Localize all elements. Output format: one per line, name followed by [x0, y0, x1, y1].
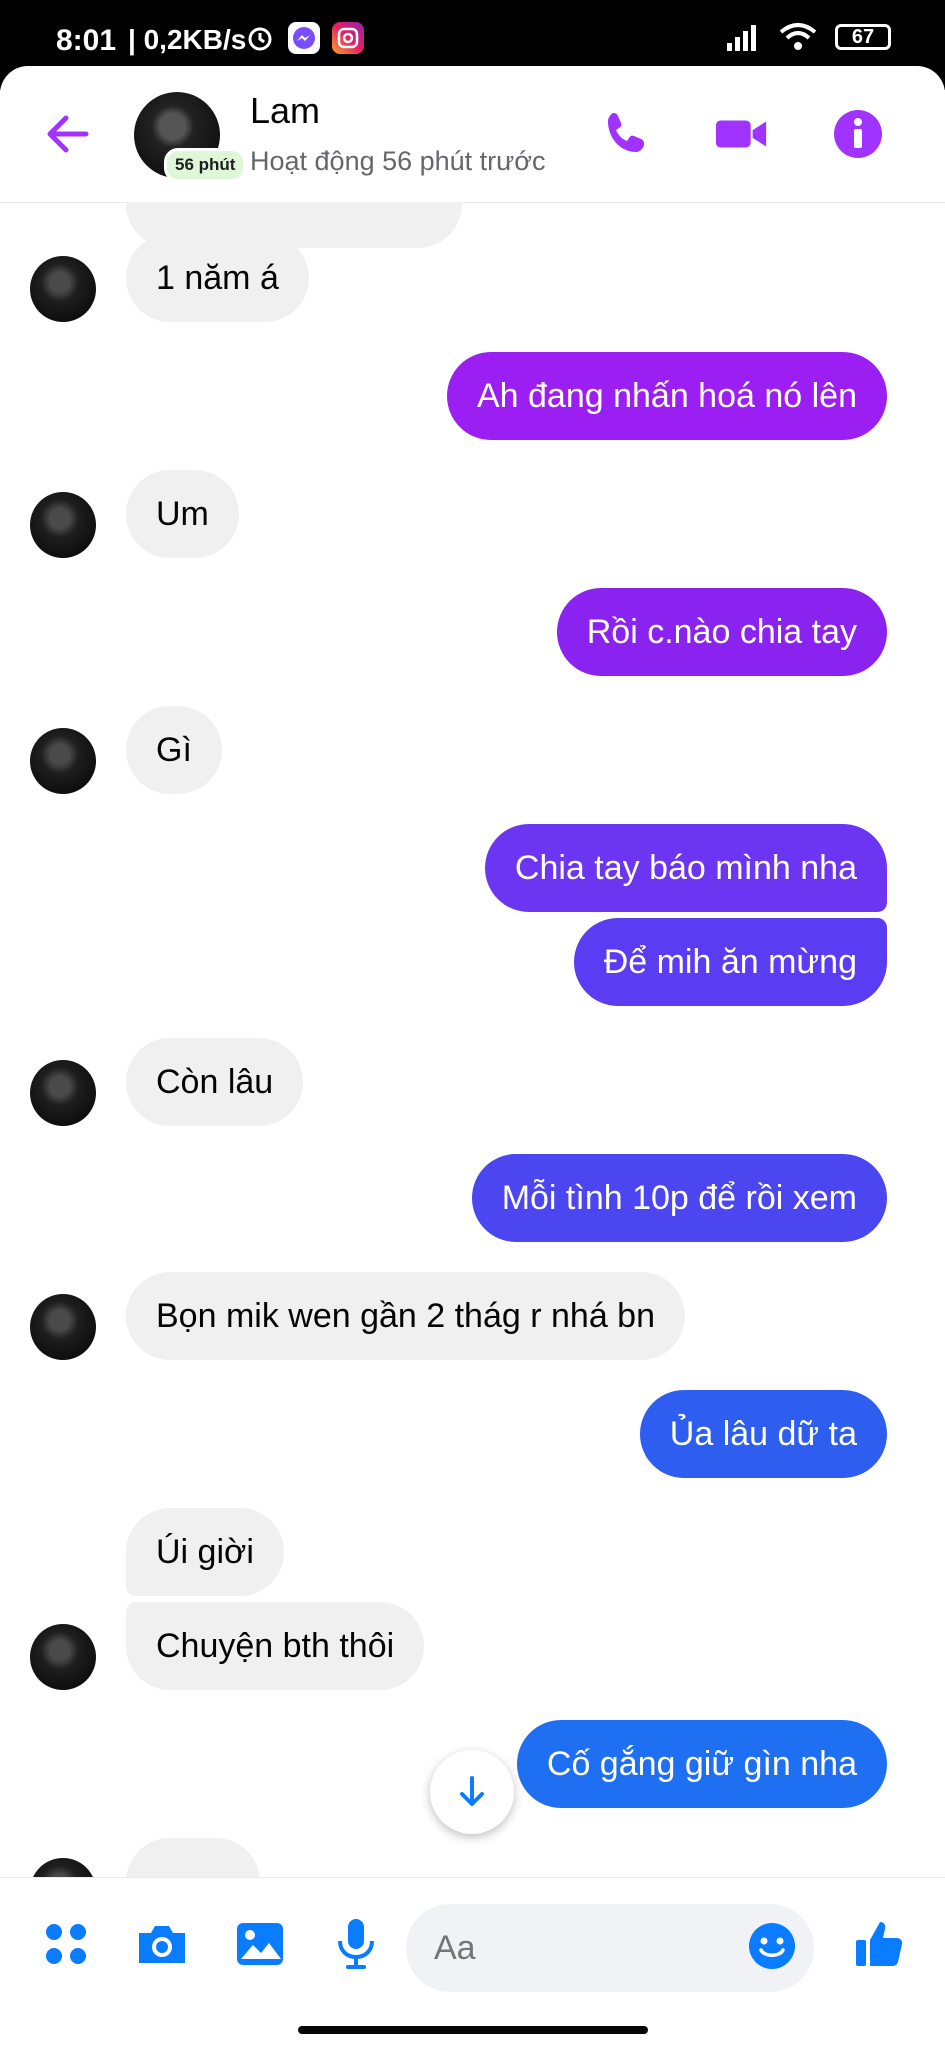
message-bubble-incoming[interactable]: Bọn mik wen gần 2 thág r nhá bn [126, 1272, 685, 1360]
messenger-icon [288, 22, 320, 54]
like-button[interactable] [852, 1916, 908, 1972]
info-button[interactable] [830, 106, 886, 162]
message-bubble-incoming[interactable]: Chuyện bth thôi [126, 1602, 425, 1690]
contact-avatar-small [30, 728, 96, 794]
message-bubble-outgoing[interactable]: Để mih ăn mừng [573, 918, 887, 1006]
contact-avatar-small [30, 1624, 96, 1690]
battery-level: 67 [851, 25, 875, 48]
video-call-button[interactable] [714, 106, 770, 162]
message-bubble-outgoing[interactable]: Cố gắng giữ gìn nha [516, 1720, 887, 1808]
message-bubble-outgoing[interactable]: Rồi c.nào chia tay [556, 588, 887, 676]
message-bubble-outgoing[interactable]: Mỗi tình 10p để rồi xem [471, 1154, 887, 1242]
contact-avatar-small [30, 1858, 96, 1877]
message-bubble-incoming[interactable]: Úi giời [126, 1508, 284, 1596]
message-bubble-partial[interactable] [126, 1838, 260, 1877]
alarm-icon [244, 22, 276, 54]
smiley-icon [749, 1923, 795, 1969]
message-bubble-outgoing[interactable]: Ah đang nhấn hoá nó lên [446, 352, 887, 440]
thumbs-up-icon [856, 1922, 903, 1966]
home-indicator[interactable] [298, 2026, 648, 2034]
message-list[interactable]: 1 năm á Ah đang nhấn hoá nó lên Um Rồi c… [0, 202, 945, 1877]
voice-message-button[interactable] [328, 1916, 384, 1972]
net-speed: | 0,2KB/s [128, 24, 247, 55]
contact-name[interactable]: Lam [250, 90, 320, 132]
contact-avatar-small [30, 1060, 96, 1126]
message-bubble-incoming[interactable]: Um [126, 470, 239, 558]
info-icon [834, 110, 882, 158]
message-bubble-incoming[interactable]: 1 năm á [126, 234, 309, 322]
voice-call-button[interactable] [598, 106, 654, 162]
camera-button[interactable] [134, 1916, 190, 1972]
arrow-left-icon [47, 115, 89, 153]
contact-avatar-small [30, 256, 96, 322]
video-camera-icon [715, 120, 767, 148]
gallery-button[interactable] [232, 1916, 288, 1972]
active-status: Hoạt động 56 phút trước [250, 146, 546, 176]
message-bubble-incoming[interactable]: Gì [126, 706, 222, 794]
composer-bar [0, 1877, 945, 2049]
contact-avatar-small [30, 492, 96, 558]
message-bubble-incoming[interactable]: Còn lâu [126, 1038, 304, 1126]
battery-icon: 67 [835, 24, 891, 50]
active-badge: 56 phút [164, 148, 247, 182]
emoji-button[interactable] [744, 1918, 800, 1974]
instagram-icon [332, 22, 364, 54]
arrow-down-icon [460, 1776, 484, 1806]
image-icon [237, 1923, 283, 1965]
message-bubble-outgoing[interactable]: Ủa lâu dữ ta [639, 1390, 887, 1478]
chat-header: 56 phút Lam Hoạt động 56 phút trước [0, 66, 945, 203]
message-bubble-outgoing[interactable]: Chia tay báo mình nha [484, 824, 887, 912]
microphone-icon [338, 1919, 374, 1969]
contact-avatar-small [30, 1294, 96, 1360]
back-button[interactable] [40, 106, 96, 162]
signal-icon [727, 25, 756, 51]
scroll-to-bottom-button[interactable] [430, 1750, 514, 1834]
wifi-icon [779, 23, 817, 50]
phone-icon [608, 113, 644, 152]
four-dots-icon [46, 1924, 86, 1964]
camera-icon [139, 1926, 185, 1963]
more-actions-button[interactable] [38, 1916, 94, 1972]
status-time: 8:01 [56, 24, 117, 57]
